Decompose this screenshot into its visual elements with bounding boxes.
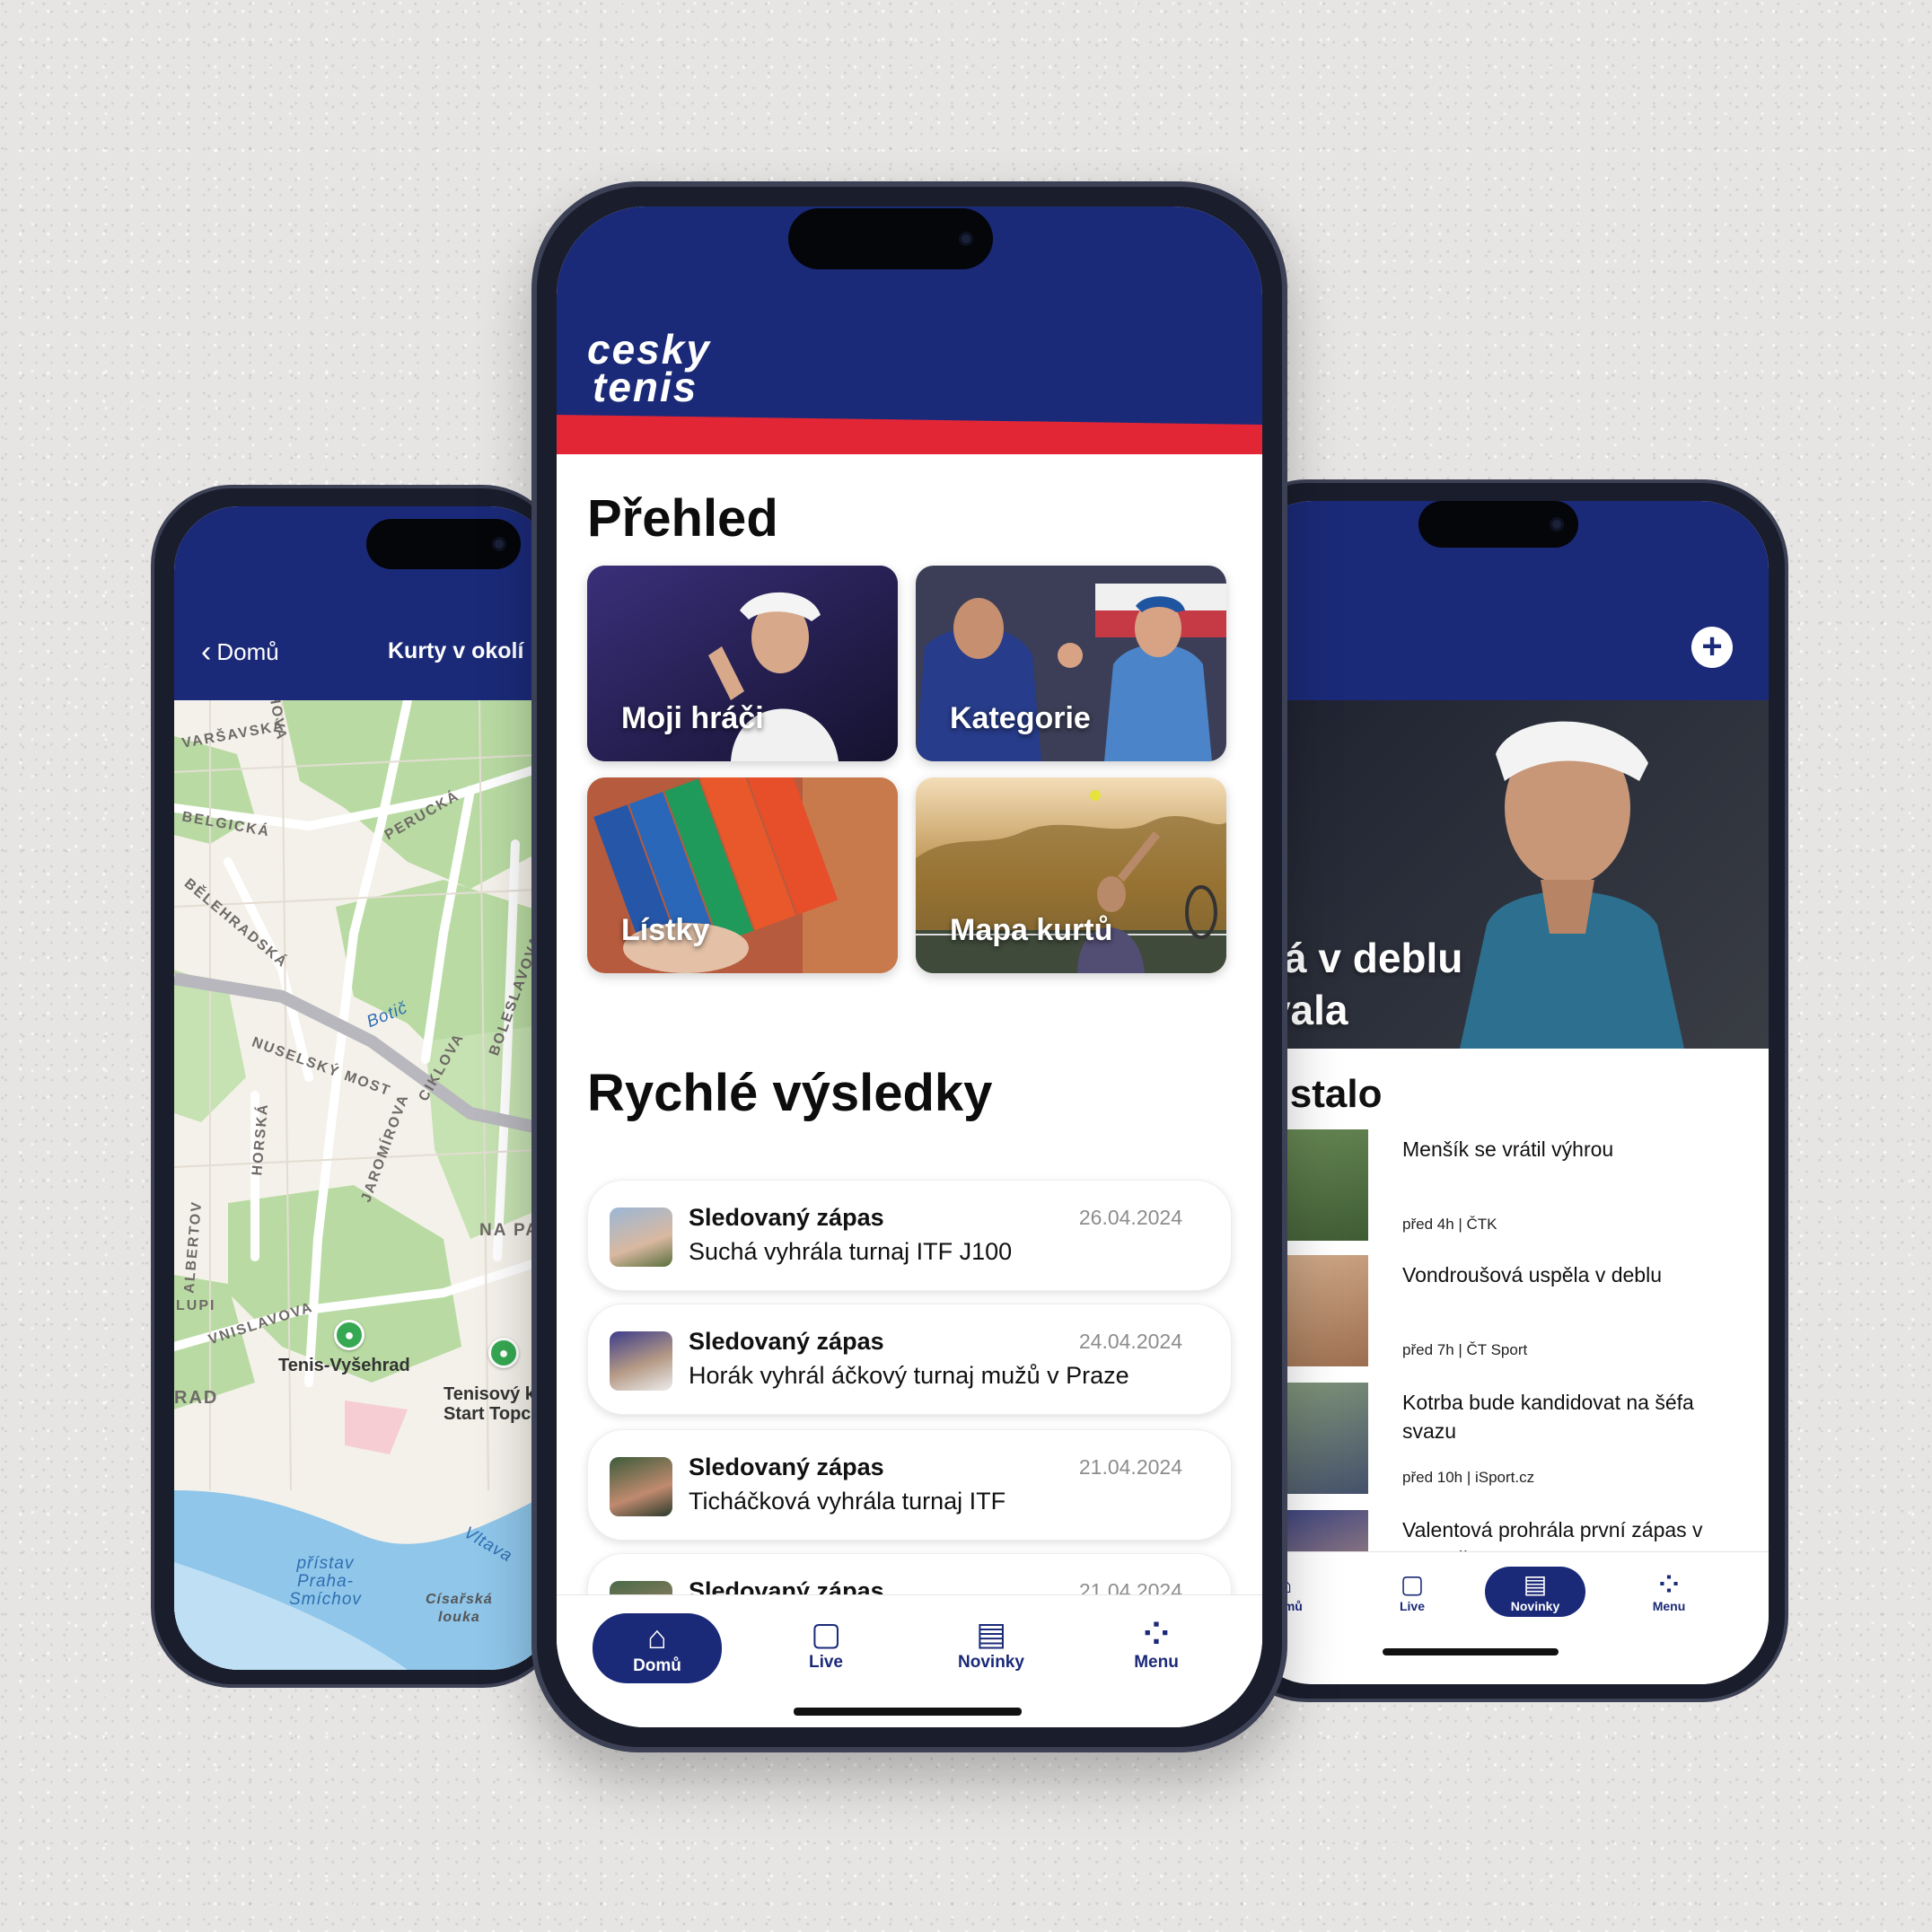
news-headline: Kotrba bude kandidovat na šéfa svazu xyxy=(1402,1391,1694,1443)
tile-label: Moji hráči xyxy=(621,701,764,735)
bottom-tab-bar: ⌂ Domů ▢ Live ▤ Novinky ⁘ Menu xyxy=(1244,1551,1769,1684)
map-label-lupi: LUPI xyxy=(176,1298,216,1313)
result-desc: Horák vyhrál áčkový turnaj mužů v Praze xyxy=(689,1362,1129,1389)
back-label: Domů xyxy=(216,637,279,665)
tab-home[interactable]: ⌂ Domů xyxy=(593,1613,722,1683)
map-title: Kurty v okolí xyxy=(388,638,524,663)
live-icon: ▢ xyxy=(810,1615,841,1652)
tab-label: Novinky xyxy=(958,1653,1024,1672)
tile-my-players[interactable]: Moji hráči xyxy=(587,566,898,761)
tab-label: Live xyxy=(1399,1599,1425,1613)
right-phone-screen: ovinky + ejčíková v deblu ominovala ávě … xyxy=(1244,501,1769,1684)
tab-label: Live xyxy=(808,1653,844,1672)
tile-court-map[interactable]: Mapa kurtů xyxy=(916,777,1226,973)
tile-label: Mapa kurtů xyxy=(950,913,1113,947)
center-phone-screen: cesky tenis Přehled Moji hráči Kategorie… xyxy=(557,206,1262,1727)
place-label-start: Tenisový k Start Topc xyxy=(443,1384,535,1424)
news-item[interactable]: Menšík se vrátil výhrou před 4h | ČTK xyxy=(1244,1129,1769,1246)
home-icon: ⌂ xyxy=(647,1619,667,1655)
tile-label: Kategorie xyxy=(950,701,1091,735)
camera-icon xyxy=(492,537,506,551)
court-pin-vysehrad[interactable]: ● xyxy=(334,1320,364,1350)
tab-menu[interactable]: ⁘ Menu xyxy=(1620,1570,1718,1613)
result-card[interactable]: Sledovaný zápas 21.04.2024 Ticháčková vy… xyxy=(587,1429,1232,1541)
news-meta: před 7h | ČT Sport xyxy=(1402,1341,1528,1358)
tab-live[interactable]: ▢ Live xyxy=(761,1615,891,1673)
tab-label: Novinky xyxy=(1510,1599,1560,1613)
tab-label: Menu xyxy=(1652,1599,1686,1613)
left-phone: ‹ Domů Kurty v okolí VARŠAVSKÁ HOVA BELG… xyxy=(151,485,564,1688)
news-item[interactable]: Kotrba bude kandidovat na šéfa svazu pře… xyxy=(1244,1383,1769,1499)
result-title: Sledovaný zápas xyxy=(689,1204,884,1231)
back-button[interactable]: ‹ Domů xyxy=(201,637,279,667)
tile-label: Lístky xyxy=(621,913,710,947)
tab-live[interactable]: ▢ Live xyxy=(1363,1570,1462,1613)
add-button[interactable]: + xyxy=(1691,627,1733,668)
tab-label: Menu xyxy=(1134,1653,1179,1672)
dynamic-island xyxy=(366,519,521,569)
result-date: 26.04.2024 xyxy=(1078,1206,1182,1229)
result-date: 24.04.2024 xyxy=(1078,1330,1182,1353)
result-avatar xyxy=(610,1457,672,1516)
hero-image xyxy=(1460,721,1684,1049)
result-title: Sledovaný zápas xyxy=(689,1453,884,1480)
news-item[interactable]: Vondroušová uspěla v deblu před 7h | ČT … xyxy=(1244,1255,1769,1372)
tennis-ball-icon: ● xyxy=(498,1344,509,1362)
center-phone: cesky tenis Přehled Moji hráči Kategorie… xyxy=(531,181,1287,1752)
tile-tickets[interactable]: Lístky xyxy=(587,777,898,973)
result-card[interactable]: Sledovaný zápas 24.04.2024 Horák vyhrál … xyxy=(587,1304,1232,1415)
tab-news[interactable]: ▤ Novinky xyxy=(926,1615,1056,1673)
result-date: 21.04.2024 xyxy=(1078,1455,1182,1479)
place-label-vysehrad: Tenis-Vyšehrad xyxy=(278,1356,410,1375)
logo-line2: tenis xyxy=(593,364,698,410)
tab-menu[interactable]: ⁘ Menu xyxy=(1092,1615,1221,1673)
dynamic-island xyxy=(788,208,993,269)
news-headline: Menšík se vrátil výhrou xyxy=(1402,1137,1614,1161)
tab-label: Domů xyxy=(633,1656,681,1675)
logo-line1: cesky xyxy=(587,326,711,373)
menu-grid-icon: ⁘ xyxy=(1658,1570,1680,1598)
right-phone: ovinky + ejčíková v deblu ominovala ávě … xyxy=(1221,479,1788,1702)
map[interactable]: VARŠAVSKÁ HOVA BELGICKÁ PERUCKÁ BĚLEHRAD… xyxy=(174,700,555,1670)
camera-icon xyxy=(959,232,973,246)
map-label-cisarska: Císařská louka xyxy=(426,1592,493,1625)
dynamic-island xyxy=(1418,501,1578,548)
menu-grid-icon: ⁘ xyxy=(1142,1615,1171,1652)
home-content: Přehled Moji hráči Kategorie Lístky Mapa… xyxy=(557,454,1262,1727)
chevron-left-icon: ‹ xyxy=(201,635,212,669)
result-desc: Ticháčková vyhrála turnaj ITF xyxy=(689,1488,1006,1515)
map-label-rad: RAD xyxy=(174,1388,219,1408)
news-meta: před 4h | ČTK xyxy=(1402,1216,1497,1233)
tennis-ball-icon: ● xyxy=(344,1326,355,1344)
cesky-tenis-logo: cesky tenis xyxy=(587,326,711,410)
news-headline: Vondroušová uspěla v deblu xyxy=(1402,1263,1662,1287)
result-avatar xyxy=(610,1208,672,1267)
plus-icon: + xyxy=(1701,627,1723,666)
court-pin-start[interactable]: ● xyxy=(488,1338,519,1368)
news-meta: před 10h | iSport.cz xyxy=(1402,1469,1535,1486)
news-icon: ▤ xyxy=(1523,1570,1548,1598)
tile-categories[interactable]: Kategorie xyxy=(916,566,1226,761)
result-avatar xyxy=(610,1331,672,1391)
home-indicator xyxy=(1383,1648,1559,1655)
news-icon: ▤ xyxy=(975,1615,1006,1652)
result-title: Sledovaný zápas xyxy=(689,1328,884,1355)
result-desc: Suchá vyhrála turnaj ITF J100 xyxy=(689,1238,1013,1265)
home-indicator xyxy=(794,1708,1022,1716)
live-icon: ▢ xyxy=(1400,1570,1425,1598)
result-card[interactable]: Sledovaný zápas 26.04.2024 Suchá vyhrála… xyxy=(587,1180,1232,1291)
overview-title: Přehled xyxy=(587,489,778,548)
camera-icon xyxy=(1550,517,1564,531)
map-label-napa: NA PA xyxy=(479,1221,540,1240)
left-phone-screen: ‹ Domů Kurty v okolí VARŠAVSKÁ HOVA BELG… xyxy=(174,506,555,1670)
tab-news[interactable]: ▤ Novinky xyxy=(1485,1567,1585,1617)
quick-results-title: Rychlé výsledky xyxy=(587,1064,993,1122)
map-label-pristav: přístav Praha- Smíchov xyxy=(289,1554,362,1609)
hero-article[interactable]: ejčíková v deblu ominovala xyxy=(1244,700,1769,1049)
